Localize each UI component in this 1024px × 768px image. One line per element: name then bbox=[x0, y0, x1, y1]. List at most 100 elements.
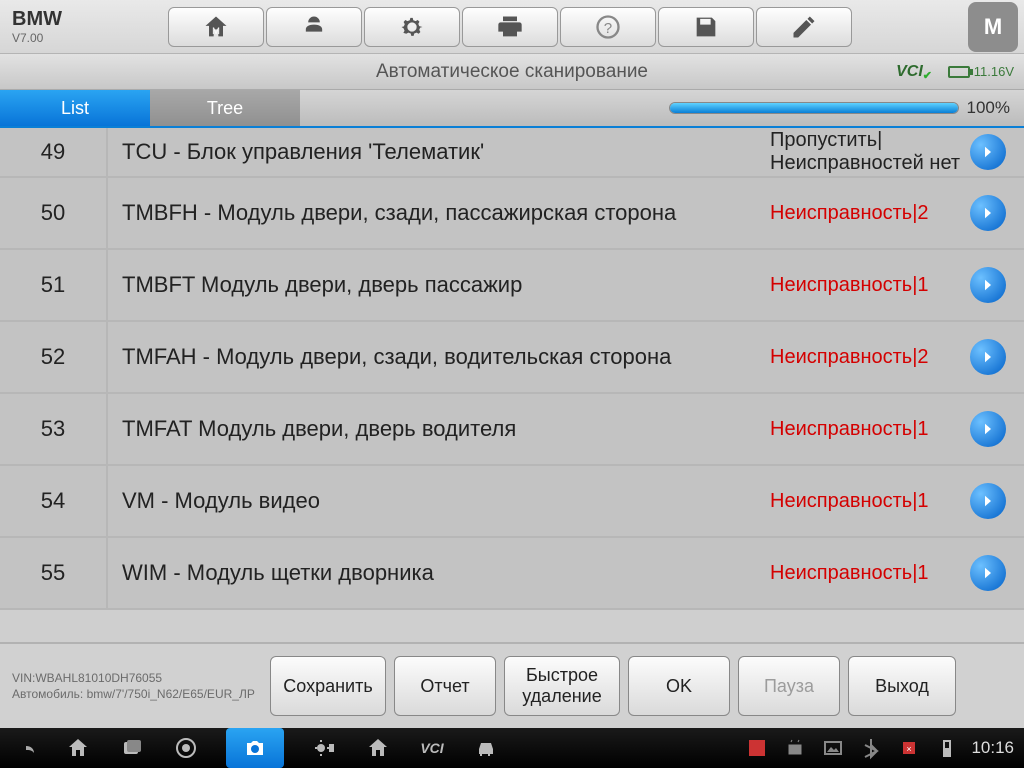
row-module-name: TCU - Блок управления 'Телематик' bbox=[108, 132, 770, 172]
progress-bar bbox=[669, 102, 959, 114]
report-button[interactable]: Отчет bbox=[394, 656, 496, 716]
row-number: 50 bbox=[0, 178, 108, 248]
row-status: Неисправность|1 bbox=[770, 490, 970, 513]
battery-voltage: 11.16V bbox=[974, 64, 1014, 79]
home-button[interactable]: M bbox=[168, 7, 264, 47]
app-home-button[interactable] bbox=[364, 734, 392, 762]
row-number: 51 bbox=[0, 250, 108, 320]
table-row[interactable]: 55 WIM - Модуль щетки дворника Неисправн… bbox=[0, 538, 1024, 610]
brand-version: V7.00 bbox=[12, 31, 168, 45]
table-row[interactable]: 50 TMBFH - Модуль двери, сзади, пассажир… bbox=[0, 178, 1024, 250]
row-detail-button[interactable] bbox=[970, 483, 1006, 519]
table-row[interactable]: 49 TCU - Блок управления 'Телематик' Про… bbox=[0, 128, 1024, 178]
gallery-icon bbox=[819, 734, 847, 762]
scan-rows[interactable]: 49 TCU - Блок управления 'Телематик' Про… bbox=[0, 128, 1024, 610]
camera-button[interactable] bbox=[226, 728, 284, 768]
svg-text:×: × bbox=[907, 744, 912, 754]
chevron-right-icon bbox=[979, 204, 997, 222]
edit-button[interactable] bbox=[756, 7, 852, 47]
home-icon: M bbox=[202, 13, 230, 41]
m-menu-button[interactable]: M bbox=[968, 2, 1018, 52]
toolbar-buttons: M ? bbox=[168, 7, 854, 47]
vci-icon: VCI bbox=[420, 740, 443, 756]
brand-name: BMW bbox=[12, 8, 168, 31]
brightness-icon bbox=[312, 736, 336, 760]
svg-text:M: M bbox=[212, 26, 220, 36]
vehicle-info: VIN:WBAHL81010DH76055 Автомобиль: bmw/7'… bbox=[12, 670, 262, 702]
row-number: 54 bbox=[0, 466, 108, 536]
brightness-button[interactable] bbox=[310, 734, 338, 762]
clock: 10:16 bbox=[971, 738, 1014, 758]
row-module-name: WIM - Модуль щетки дворника bbox=[108, 553, 770, 593]
ok-button[interactable]: OK bbox=[628, 656, 730, 716]
app-tray-icon[interactable] bbox=[743, 734, 771, 762]
row-module-name: TMFAT Модуль двери, дверь водителя bbox=[108, 409, 770, 449]
row-detail-button[interactable] bbox=[970, 411, 1006, 447]
top-toolbar: BMW V7.00 M ? M bbox=[0, 0, 1024, 54]
chrome-button[interactable] bbox=[172, 734, 200, 762]
table-row[interactable]: 53 TMFAT Модуль двери, дверь водителя Не… bbox=[0, 394, 1024, 466]
table-row[interactable]: 54 VM - Модуль видео Неисправность|1 bbox=[0, 466, 1024, 538]
app-icon bbox=[745, 736, 769, 760]
home-m-icon bbox=[366, 736, 390, 760]
chevron-right-icon bbox=[979, 492, 997, 510]
row-number: 52 bbox=[0, 322, 108, 392]
row-detail-button[interactable] bbox=[970, 267, 1006, 303]
page-title: Автоматическое сканирование bbox=[376, 61, 648, 83]
check-icon: ✔ bbox=[923, 70, 932, 82]
chevron-right-icon bbox=[979, 564, 997, 582]
row-number: 53 bbox=[0, 394, 108, 464]
android-icon bbox=[781, 734, 809, 762]
settings-button[interactable] bbox=[364, 7, 460, 47]
chrome-icon bbox=[174, 736, 198, 760]
battery-icon bbox=[948, 66, 970, 78]
quick-erase-button[interactable]: Быстрое удаление bbox=[504, 656, 620, 716]
home-nav-button[interactable] bbox=[64, 734, 92, 762]
row-status: Неисправность|2 bbox=[770, 346, 970, 369]
car-nav-button[interactable] bbox=[472, 734, 500, 762]
chevron-right-icon bbox=[979, 143, 997, 161]
progress-wrap: 100% bbox=[669, 98, 1024, 118]
row-module-name: TMBFT Модуль двери, дверь пассажир bbox=[108, 265, 770, 305]
help-button[interactable]: ? bbox=[560, 7, 656, 47]
row-detail-button[interactable] bbox=[970, 195, 1006, 231]
tab-tree[interactable]: Tree bbox=[150, 90, 300, 126]
row-number: 55 bbox=[0, 538, 108, 608]
recent-apps-button[interactable] bbox=[118, 734, 146, 762]
footer: VIN:WBAHL81010DH76055 Автомобиль: bmw/7'… bbox=[0, 642, 1024, 728]
home-icon bbox=[66, 736, 90, 760]
printer-icon bbox=[496, 13, 524, 41]
sub-header: Автоматическое сканирование VCI✔ 11.16V bbox=[0, 54, 1024, 90]
row-detail-button[interactable] bbox=[970, 134, 1006, 170]
row-module-name: TMFAH - Модуль двери, сзади, водительска… bbox=[108, 337, 770, 377]
network-icon: × bbox=[895, 734, 923, 762]
row-detail-button[interactable] bbox=[970, 339, 1006, 375]
row-status: Неисправность|1 bbox=[770, 274, 970, 297]
camera-icon bbox=[243, 736, 267, 760]
svg-text:?: ? bbox=[604, 19, 612, 36]
android-navbar: VCI × 10:16 bbox=[0, 728, 1024, 768]
back-button[interactable] bbox=[10, 734, 38, 762]
vehicle-button[interactable] bbox=[266, 7, 362, 47]
back-arrow-icon bbox=[12, 736, 36, 760]
progress-percent: 100% bbox=[967, 98, 1010, 118]
vci-nav-button[interactable]: VCI bbox=[418, 734, 446, 762]
pause-button[interactable]: Пауза bbox=[738, 656, 840, 716]
table-row[interactable]: 51 TMBFT Модуль двери, дверь пассажир Не… bbox=[0, 250, 1024, 322]
save-button[interactable] bbox=[658, 7, 754, 47]
row-status: Пропустить|Неисправностей нет bbox=[770, 129, 970, 175]
table-row[interactable]: 52 TMFAH - Модуль двери, сзади, водитель… bbox=[0, 322, 1024, 394]
bluetooth-icon bbox=[857, 734, 885, 762]
tab-list[interactable]: List bbox=[0, 90, 150, 126]
exit-button[interactable]: Выход bbox=[848, 656, 956, 716]
print-button[interactable] bbox=[462, 7, 558, 47]
row-module-name: TMBFH - Модуль двери, сзади, пассажирска… bbox=[108, 193, 770, 233]
car-icon bbox=[474, 736, 498, 760]
row-detail-button[interactable] bbox=[970, 555, 1006, 591]
progress-fill bbox=[670, 103, 958, 113]
help-icon: ? bbox=[594, 13, 622, 41]
status-tray: × 10:16 bbox=[743, 734, 1014, 762]
battery-tray-icon bbox=[933, 734, 961, 762]
chevron-right-icon bbox=[979, 276, 997, 294]
save-footer-button[interactable]: Сохранить bbox=[270, 656, 386, 716]
